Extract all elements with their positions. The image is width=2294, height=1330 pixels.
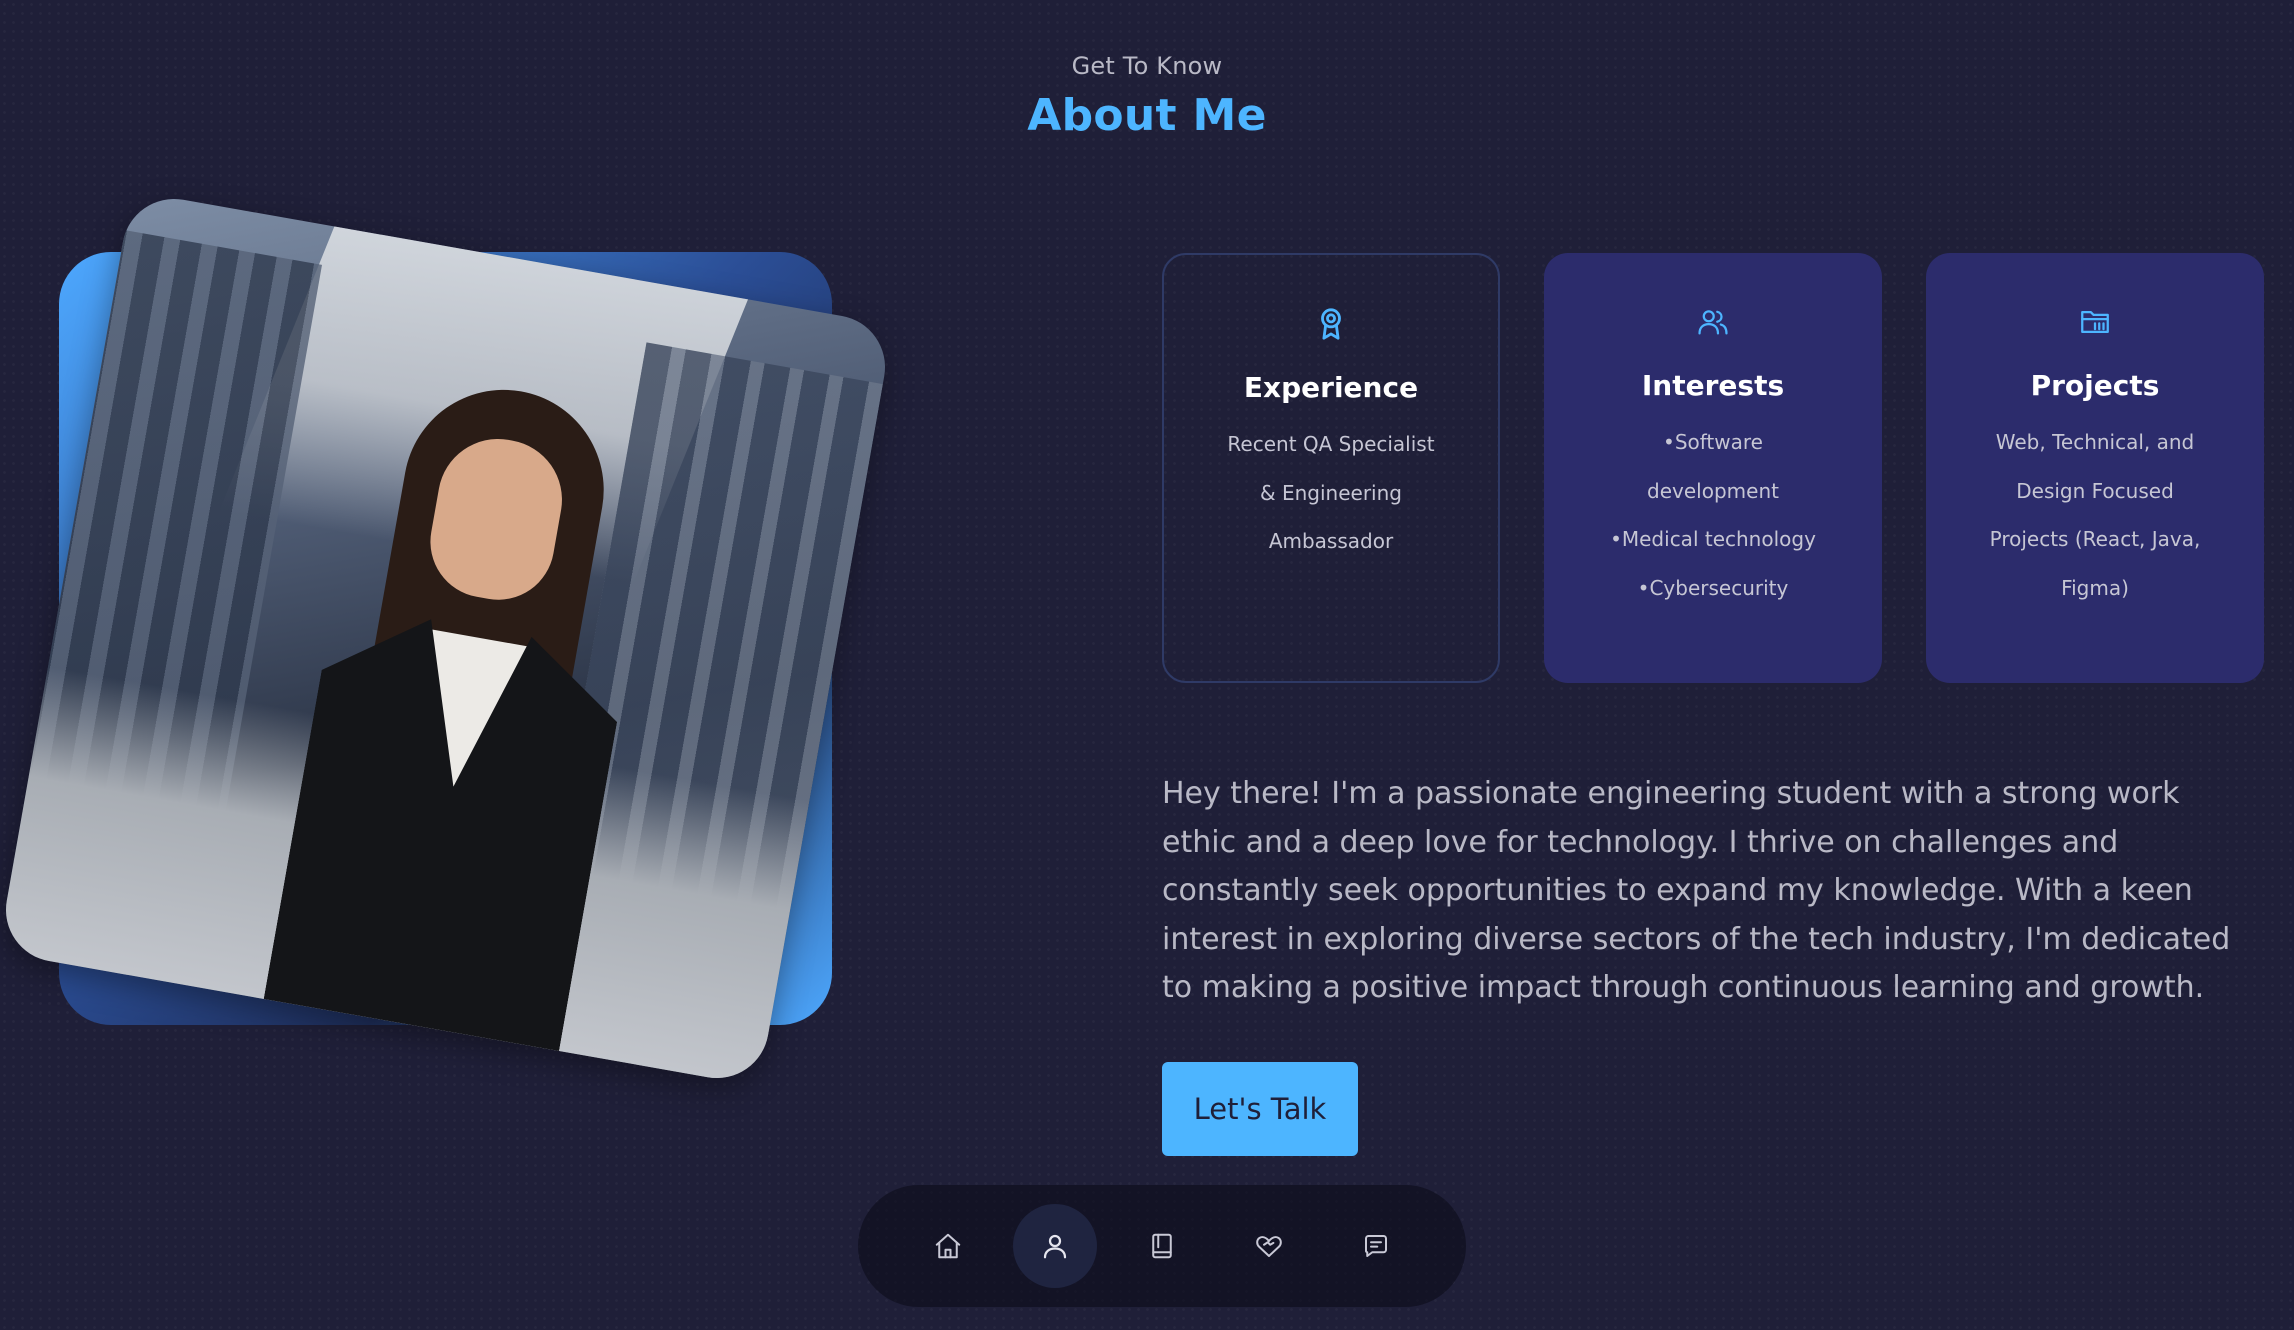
users-icon [1698,310,1728,335]
nav-contact[interactable] [1334,1204,1418,1288]
photo-container [0,190,894,1087]
card-title: Projects [2030,369,2160,402]
card-line: Ambassador [1268,529,1394,553]
about-cards: Experience Recent QA Specialist & Engine… [1162,253,2264,683]
folder-icon [2081,310,2109,334]
card-experience: Experience Recent QA Specialist & Engine… [1162,253,1500,683]
card-description: Recent QA Specialist & Engineering Ambas… [1164,420,1498,566]
bottom-nav [858,1185,1466,1307]
card-title: Experience [1243,371,1419,404]
card-line: Recent QA Specialist [1227,432,1435,456]
nav-about[interactable] [1013,1204,1097,1288]
nav-home[interactable] [906,1204,990,1288]
card-description: Web, Technical, and Design Focused Proje… [1926,418,2264,612]
card-line: Projects (React, Java, [1989,527,2201,551]
card-description: •Software development •Medical technolog… [1544,418,1882,612]
profile-photo [0,190,894,1087]
section-title: About Me [1027,90,1267,141]
user-icon [1043,1234,1067,1259]
section-header: Get To Know About Me [0,52,2294,141]
card-interests: Interests •Software development •Medical… [1544,253,1882,683]
message-icon [1365,1235,1387,1257]
card-line: Web, Technical, and [1995,430,2195,454]
card-line: •Cybersecurity [1637,575,1789,600]
card-line: development [1647,478,1779,503]
card-line: •Software [1663,430,1763,454]
about-paragraph: Hey there! I'm a passionate engineering … [1162,776,2231,1005]
card-title: Interests [1641,369,1785,402]
lets-talk-button[interactable]: Let's Talk [1162,1062,1358,1156]
section-subtitle: Get To Know [1071,52,1223,80]
heart-handshake-icon [1256,1236,1282,1257]
card-line: & Engineering [1260,480,1402,505]
award-icon [1321,308,1341,340]
nav-services[interactable] [1227,1204,1311,1288]
card-line: Design Focused [2016,478,2174,503]
nav-experience[interactable] [1120,1204,1204,1288]
card-line: Figma) [2061,575,2129,600]
home-icon [935,1233,961,1259]
card-projects: Projects Web, Technical, and Design Focu… [1926,253,2264,683]
book-icon [1152,1233,1172,1259]
card-line: •Medical technology [1610,527,1816,551]
